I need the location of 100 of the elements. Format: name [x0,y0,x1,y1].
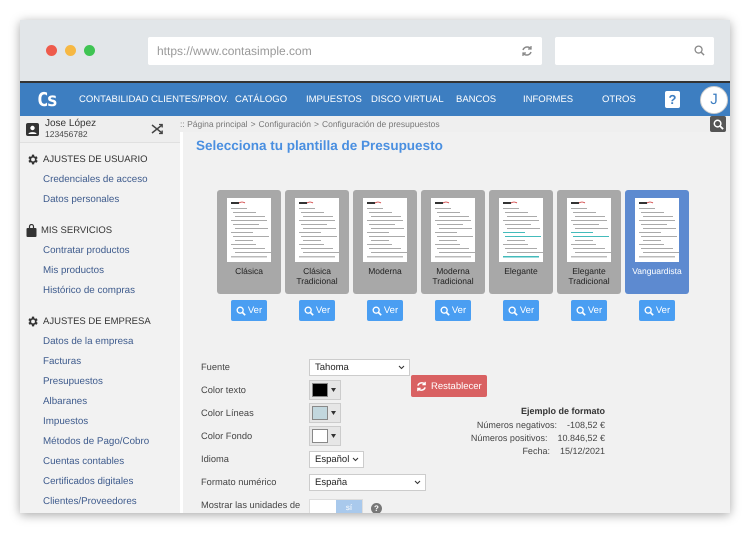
template-card[interactable]: Elegante [489,190,553,294]
template-card[interactable]: Elegante Tradicional [557,190,621,294]
field-label: Color Líneas [201,408,255,418]
sidebar-link[interactable]: Albaranes [26,392,180,412]
template-name: Clásica Tradicional [295,266,339,286]
page-title: Selecciona tu plantilla de Presupuesto [196,138,444,153]
dropdown[interactable]: Español [309,450,364,468]
chevron-down-icon [398,364,405,370]
search-icon [440,306,450,316]
section-title: AJUSTES DE USUARIO [43,154,148,164]
help-icon[interactable]: ? [371,502,382,513]
search-icon [236,306,246,316]
color-picker[interactable] [309,426,341,446]
field-label: Idioma [201,454,230,464]
sidebar-link[interactable]: Certificados digitales [26,472,180,492]
search-field[interactable] [554,36,714,64]
document-thumbnail [363,198,407,262]
sidebar-link[interactable]: Histórico de compras [26,281,180,301]
template-name: Vanguardista [632,266,682,276]
template-name: Moderna Tradicional [431,266,475,286]
template-name: Elegante Tradicional [567,266,611,286]
help-button[interactable]: ? [665,91,680,108]
nav-link[interactable]: OTROS [602,94,636,105]
nav-link[interactable]: CATÁLOGO [235,94,306,105]
nav-link[interactable]: DISCO VIRTUAL [371,94,456,105]
view-button[interactable]: Ver [435,300,471,321]
nav-link[interactable]: CONTABILIDAD [79,94,151,105]
dropdown[interactable]: España [309,474,426,490]
search-button[interactable] [710,116,726,132]
section-title: MIS SERVICIOS [41,224,112,236]
field-label: Color Fondo [201,431,254,441]
chevron-down-icon [414,480,421,484]
sidebar-link[interactable]: Datos personales [26,190,180,210]
user-card-icon [26,122,39,136]
refresh-icon [416,380,427,392]
template-card[interactable]: Clásica [217,190,281,294]
logo[interactable]: Cs [37,88,63,110]
breadcrumb-item[interactable]: Configuración de presupuestos [322,119,440,129]
view-button[interactable]: Ver [571,300,607,321]
template-card[interactable]: Moderna Tradicional [421,190,485,294]
example-value: 10.846,52 € [557,433,605,443]
reload-icon[interactable] [520,44,533,56]
view-button[interactable]: Ver [231,300,267,321]
sidebar-link[interactable]: Presupuestos [26,372,180,392]
sidebar-link[interactable]: Mis productos [26,261,180,281]
search-icon [694,45,705,56]
nav-link[interactable]: BANCOS [456,94,523,105]
breadcrumb-item[interactable]: :: Página principal [180,119,248,129]
shuffle-icon[interactable] [151,123,163,135]
view-button[interactable]: Ver [367,300,403,321]
example-label: Números positivos: [470,433,548,443]
nav-link[interactable]: IMPUESTOS [306,94,371,105]
sidebar-link[interactable]: Clientes/Proveedores [26,492,180,512]
sidebar-link[interactable]: Cuentas contables [26,452,180,472]
breadcrumb-item[interactable]: Configuración [258,119,311,129]
sidebar-link[interactable]: Métodos de Pago/Cobro [26,432,180,452]
sidebar-link[interactable]: Credenciales de acceso [26,170,180,190]
sidebar-link[interactable]: Contratar productos [26,241,180,261]
template-name: Clásica [235,266,263,276]
dropdown[interactable]: Tahoma [309,358,410,376]
chevron-down-icon [352,456,359,462]
template-card[interactable]: Moderna [353,190,417,294]
template-card[interactable]: Clásica Tradicional [285,190,349,294]
document-thumbnail [431,198,475,262]
search-icon [712,118,724,130]
field-label: Formato numérico [201,477,278,487]
field-label: Color texto [201,385,247,395]
reset-button[interactable]: Restablecer [411,375,487,397]
document-thumbnail [499,198,543,262]
sidebar-link[interactable]: Datos de la empresa [26,332,180,352]
example-value: -108,52 € [566,420,605,430]
window-controls-icon[interactable] [46,45,95,56]
field-label: Mostrar las unidades de [201,500,302,510]
nav-link[interactable]: INFORMES [523,94,602,105]
sidebar-link[interactable]: Impuestos [26,412,180,432]
example-label: Fecha: [522,446,550,456]
example-title: Ejemplo de formato [520,406,605,416]
document-thumbnail [635,198,679,262]
color-picker[interactable] [309,380,341,400]
nav-link[interactable]: CLIENTES/PROV. [151,94,235,105]
view-button[interactable]: Ver [503,300,539,321]
color-picker[interactable] [309,403,341,423]
user-name: Jose López [45,119,98,129]
section-title: AJUSTES DE EMPRESA [43,316,151,326]
document-thumbnail [567,198,611,262]
template-card[interactable]: Vanguardista [625,190,689,294]
document-thumbnail [295,198,339,262]
user-id: 123456782 [45,129,89,139]
caret-icon [331,434,336,438]
search-icon [372,306,382,316]
address-bar[interactable]: https://www.contasimple.com [148,36,542,64]
caret-icon [331,411,336,415]
avatar[interactable]: J [700,86,728,114]
example-label: Números negativos: [476,420,557,430]
breadcrumb-item: > [250,119,256,129]
view-button[interactable]: Ver [639,300,675,321]
sidebar-link[interactable]: Facturas [26,352,180,372]
example-value: 15/12/2021 [560,446,605,456]
view-button[interactable]: Ver [299,300,335,321]
search-icon [576,306,586,316]
